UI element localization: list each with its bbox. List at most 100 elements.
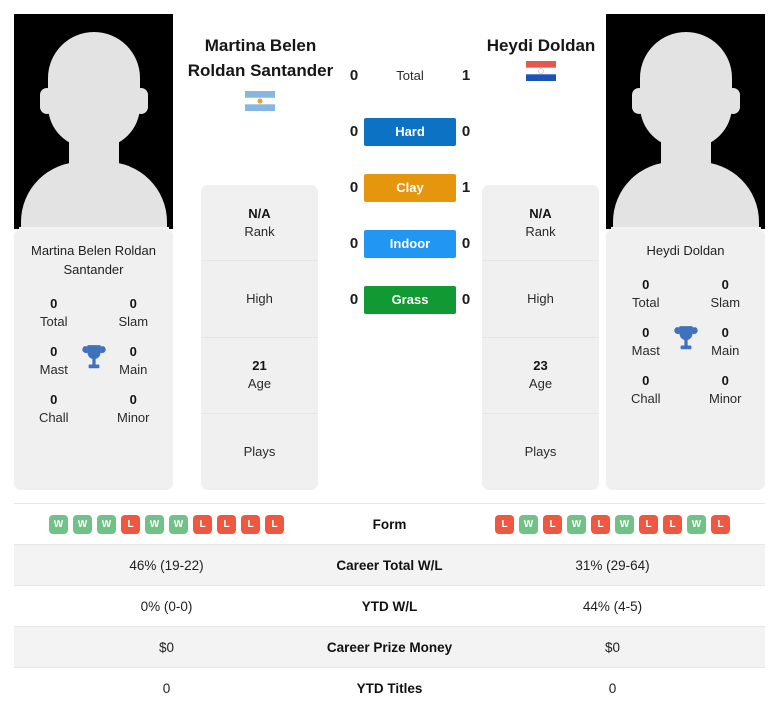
meta-label: Rank: [244, 223, 275, 239]
h2h-row-hard: 0 Hard 0: [340, 118, 480, 146]
meta-label: Age: [247, 376, 272, 392]
titles-stat-chall: 0 Chall: [14, 383, 94, 431]
player-name-line: Heydi Doldan: [486, 36, 596, 55]
meta-label: Plays: [243, 443, 276, 459]
form-badge-loss: L: [217, 514, 236, 534]
titles-stat-total: 0 Total: [14, 287, 94, 335]
titles-card-left: Martina Belen Roldan Santander 0 Total 0…: [14, 229, 173, 490]
h2h-surface-label: Total: [396, 68, 424, 83]
table-row-ytd-wl: 0% (0-0) YTD W/L 44% (4-5): [14, 585, 765, 627]
row-label-ytd-titles: YTD Titles: [319, 667, 460, 709]
form-badge-win: W: [519, 514, 538, 534]
career-total-wl-left: 46% (19-22): [14, 544, 319, 586]
player-name-line: Roldan Santander: [187, 61, 334, 80]
card-player-name: Heydi Doldan: [606, 229, 765, 260]
meta-value: 21: [252, 358, 267, 374]
form-badge-win: W: [97, 514, 116, 534]
meta-card-right: N/A Rank High 23 Age Plays: [482, 185, 599, 490]
meta-age-left: 21 Age: [201, 338, 318, 414]
form-badge-win: W: [145, 514, 164, 534]
meta-label: High: [527, 290, 554, 306]
h2h-left-score: 0: [349, 235, 359, 252]
player-photo-left: [14, 14, 173, 229]
meta-label: Age: [528, 376, 553, 392]
titles-grid: 0 Total 0 Slam 0 Mast 0 Main 0 Chall 0 M…: [606, 268, 765, 412]
stat-value: 0: [50, 392, 58, 407]
h2h-row-clay: 0 Clay 1: [340, 174, 480, 202]
stat-label: Total: [632, 295, 660, 310]
form-cell-left: WWWLWWLLLL: [14, 503, 319, 545]
titles-stat-slam: 0 Slam: [94, 287, 174, 335]
stat-value: 0: [129, 296, 137, 311]
form-badge-loss: L: [591, 514, 610, 534]
stat-label: Slam: [118, 314, 149, 329]
stat-label: Chall: [38, 410, 69, 425]
form-strip-left: WWWLWWLLLL: [14, 514, 319, 534]
titles-stat-chall: 0 Chall: [606, 364, 686, 412]
form-badge-win: W: [567, 514, 586, 534]
meta-age-right: 23 Age: [482, 338, 599, 414]
career-prize-money-left: $0: [14, 626, 319, 668]
player-name-line: Martina Belen: [204, 36, 317, 55]
h2h-right-score: 1: [461, 179, 471, 196]
ytd-wl-right: 44% (4-5): [460, 585, 765, 627]
card-name-line: Martina Belen Roldan: [30, 243, 157, 258]
h2h-surface-label: Hard: [364, 118, 456, 146]
form-badge-loss: L: [495, 514, 514, 534]
trophy-icon: [673, 326, 698, 350]
table-row-career-prize-money: $0 Career Prize Money $0: [14, 626, 765, 668]
h2h-row-indoor: 0 Indoor 0: [340, 230, 480, 258]
stat-label: Slam: [710, 295, 741, 310]
row-label-career-total-wl: Career Total W/L: [319, 544, 460, 586]
meta-plays-left: Plays: [201, 414, 318, 490]
silhouette-ear-right: [725, 88, 740, 114]
form-badge-loss: L: [543, 514, 562, 534]
avatar-silhouette: [18, 26, 169, 229]
row-label-ytd-wl: YTD W/L: [319, 585, 460, 627]
h2h-left-score: 0: [349, 291, 359, 308]
meta-label: Plays: [524, 443, 557, 459]
player-name-left[interactable]: Martina Belen Roldan Santander: [183, 33, 338, 83]
form-strip-right: LWLWLWLLWL: [460, 514, 765, 534]
silhouette-ear-left: [39, 88, 54, 114]
meta-card-left: N/A Rank High 21 Age Plays: [201, 185, 318, 490]
titles-stat-minor: 0 Minor: [94, 383, 174, 431]
table-row-form: WWWLWWLLLL Form LWLWLWLLWL: [14, 503, 765, 545]
h2h-row-grass: 0 Grass 0: [340, 286, 480, 314]
stat-value: 0: [642, 373, 650, 388]
silhouette-body: [20, 162, 167, 229]
avatar-silhouette: [610, 26, 761, 229]
h2h-right-score: 0: [461, 235, 471, 252]
argentina-flag: [245, 91, 275, 111]
meta-high-left: High: [201, 261, 318, 338]
h2h-surface-label: Grass: [364, 286, 456, 314]
h2h-surface-label: Clay: [364, 174, 456, 202]
stat-value: 0: [642, 277, 650, 292]
titles-grid: 0 Total 0 Slam 0 Mast 0 Main 0 Chall 0 M…: [14, 287, 173, 431]
form-badge-win: W: [687, 514, 706, 534]
ytd-titles-left: 0: [14, 667, 319, 709]
titles-stat-minor: 0 Minor: [686, 364, 766, 412]
paraguay-flag: [526, 61, 556, 81]
form-badge-loss: L: [639, 514, 658, 534]
row-label-career-prize-money: Career Prize Money: [319, 626, 460, 668]
form-badge-win: W: [169, 514, 188, 534]
form-badge-win: W: [73, 514, 92, 534]
form-badge-loss: L: [663, 514, 682, 534]
meta-value: 23: [533, 358, 548, 374]
card-name-line: Heydi Doldan: [646, 243, 725, 258]
player-photo-right: [606, 14, 765, 229]
player-name-right[interactable]: Heydi Doldan: [465, 33, 617, 58]
silhouette-ear-right: [133, 88, 148, 114]
card-player-name: Martina Belen Roldan Santander: [14, 229, 173, 279]
meta-rank-left: N/A Rank: [201, 185, 318, 262]
stat-label: Minor: [708, 391, 742, 406]
stat-value: 0: [129, 392, 137, 407]
h2h-left-score: 0: [349, 123, 359, 140]
silhouette-body: [612, 162, 759, 229]
h2h-left-score: 0: [349, 179, 359, 196]
h2h-right-score: 0: [461, 123, 471, 140]
h2h-left-score: 0: [349, 67, 359, 84]
stat-value: 0: [721, 373, 729, 388]
form-badge-loss: L: [241, 514, 260, 534]
